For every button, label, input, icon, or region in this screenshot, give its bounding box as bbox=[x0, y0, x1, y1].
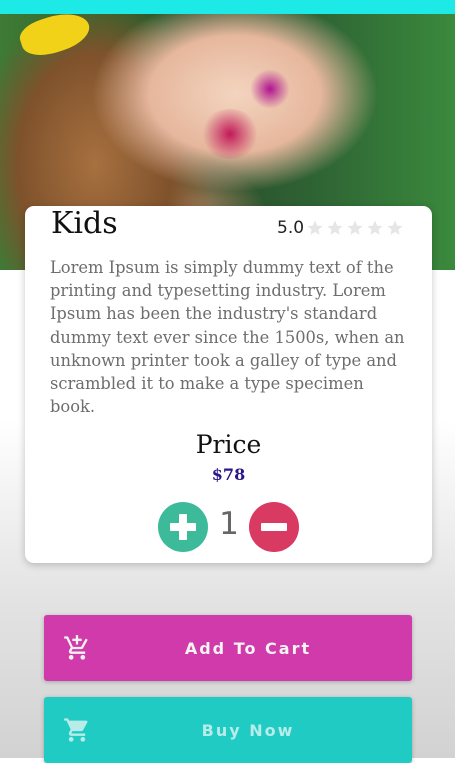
star-icon[interactable] bbox=[346, 219, 364, 237]
status-bar bbox=[0, 0, 455, 14]
paint-splash bbox=[250, 69, 290, 109]
rating-value: 5.0 bbox=[277, 218, 305, 238]
plus-icon bbox=[170, 514, 196, 540]
hair-bow bbox=[16, 14, 94, 62]
product-title: Kids bbox=[51, 206, 118, 241]
price-value: $78 bbox=[211, 465, 246, 484]
product-description: Lorem Ipsum is simply dummy text of the … bbox=[50, 258, 405, 417]
rating-stars[interactable] bbox=[306, 219, 404, 237]
increase-quantity-button[interactable] bbox=[158, 502, 208, 552]
add-to-cart-label: Add To Cart bbox=[184, 639, 312, 658]
decrease-quantity-button[interactable] bbox=[249, 502, 299, 552]
price-label: Price bbox=[195, 430, 262, 459]
add-to-cart-button[interactable]: Add To Cart bbox=[44, 615, 412, 681]
product-card: Kids 5.0 Lorem Ipsum is simply dummy tex… bbox=[25, 206, 432, 563]
quantity-value: 1 bbox=[219, 506, 239, 542]
star-icon[interactable] bbox=[366, 219, 384, 237]
quantity-stepper: 1 bbox=[158, 502, 300, 552]
star-icon[interactable] bbox=[306, 219, 324, 237]
star-icon[interactable] bbox=[326, 219, 344, 237]
paint-splash bbox=[200, 109, 260, 159]
buy-now-label: Buy Now bbox=[201, 721, 295, 740]
buy-now-button[interactable]: Buy Now bbox=[44, 697, 412, 763]
star-icon[interactable] bbox=[386, 219, 404, 237]
minus-icon bbox=[261, 523, 287, 531]
